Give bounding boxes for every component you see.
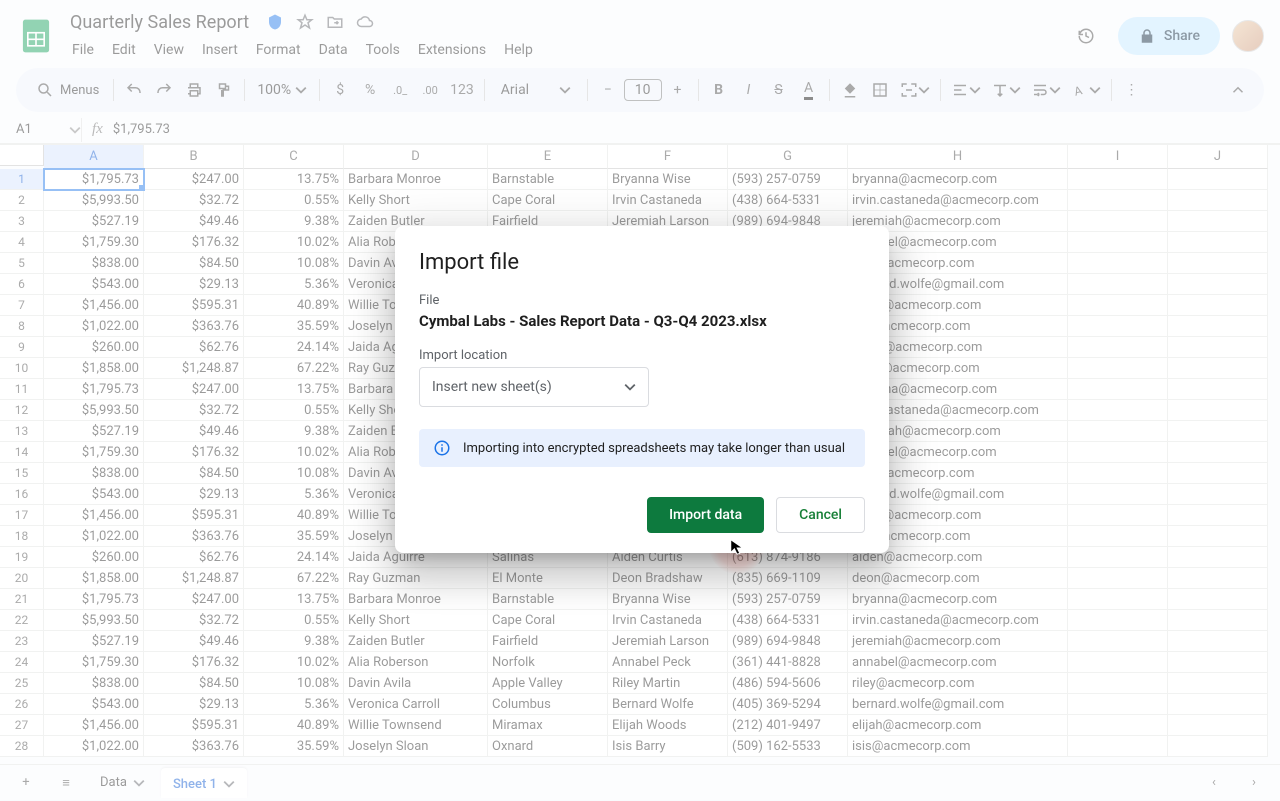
cancel-button[interactable]: Cancel [776,497,865,533]
info-banner: Importing into encrypted spreadsheets ma… [419,429,865,467]
info-icon [433,439,451,457]
file-label: File [419,293,865,308]
import-location-label: Import location [419,348,865,363]
import-file-dialog: Import file File Cymbal Labs - Sales Rep… [395,226,889,553]
import-location-select[interactable]: Insert new sheet(s) [419,367,649,407]
file-name: Cymbal Labs - Sales Report Data - Q3-Q4 … [419,312,865,330]
chevron-down-icon [624,381,636,393]
dialog-title: Import file [419,250,865,275]
import-data-button[interactable]: Import data [647,497,764,533]
